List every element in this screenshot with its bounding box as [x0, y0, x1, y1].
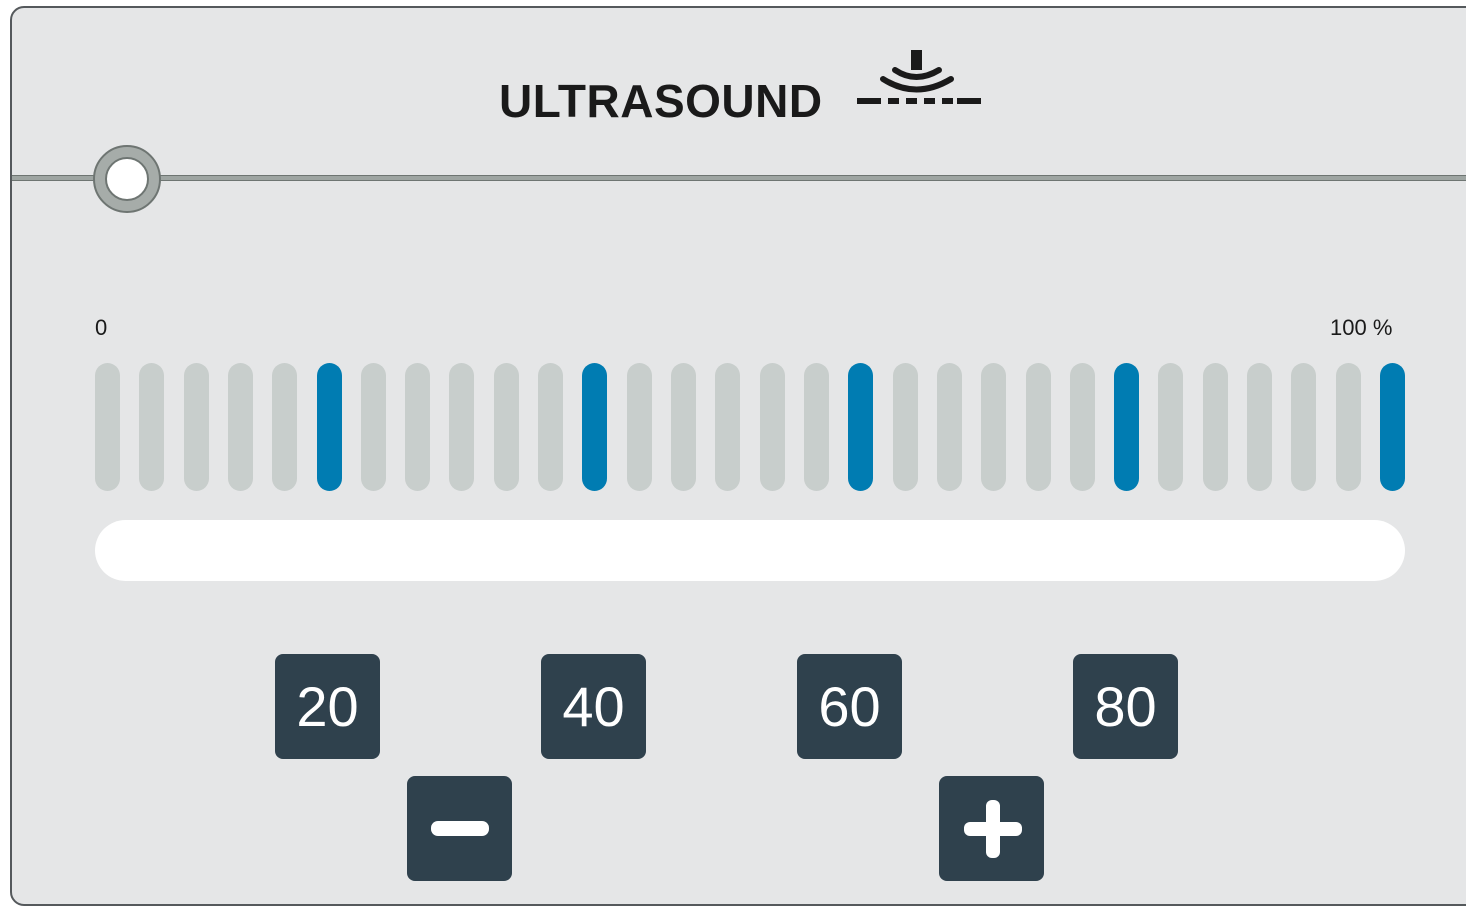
level-tick — [1291, 363, 1316, 491]
level-tick — [1203, 363, 1228, 491]
level-tick — [1247, 363, 1272, 491]
level-tick — [981, 363, 1006, 491]
level-tick-major — [317, 363, 342, 491]
level-tick-major — [848, 363, 873, 491]
level-tick — [184, 363, 209, 491]
level-tick — [405, 363, 430, 491]
decrease-button[interactable] — [407, 776, 512, 881]
level-tick — [1158, 363, 1183, 491]
level-tick — [1336, 363, 1361, 491]
panel-header: ULTRASOUND — [0, 50, 1466, 132]
level-progress-track — [95, 520, 1405, 581]
level-tick — [1026, 363, 1051, 491]
level-tick — [272, 363, 297, 491]
level-tick — [139, 363, 164, 491]
level-tick — [228, 363, 253, 491]
ultrasound-transducer-icon — [857, 50, 981, 104]
level-tick — [494, 363, 519, 491]
level-tick-major — [1380, 363, 1405, 491]
level-tick — [627, 363, 652, 491]
minus-icon — [431, 821, 489, 836]
level-tick-major — [582, 363, 607, 491]
level-scale — [0, 363, 1466, 493]
level-tick — [671, 363, 696, 491]
level-tick — [937, 363, 962, 491]
status-indicator-light — [105, 157, 149, 201]
level-tick — [760, 363, 785, 491]
header-divider — [12, 175, 1466, 181]
level-tick — [538, 363, 563, 491]
scale-max-label: 100 % — [1330, 315, 1393, 340]
preset-button-40[interactable]: 40 — [541, 654, 646, 759]
level-tick — [449, 363, 474, 491]
preset-button-20[interactable]: 20 — [275, 654, 380, 759]
level-tick — [95, 363, 120, 491]
preset-button-60[interactable]: 60 — [797, 654, 902, 759]
level-tick — [893, 363, 918, 491]
status-indicator-knob — [93, 145, 161, 213]
level-tick — [715, 363, 740, 491]
increase-button[interactable] — [939, 776, 1044, 881]
level-tick-major — [1114, 363, 1139, 491]
panel-title: ULTRASOUND — [499, 75, 823, 127]
level-tick — [1070, 363, 1095, 491]
scale-min-label: 0 — [95, 315, 108, 340]
level-tick — [804, 363, 829, 491]
level-tick — [361, 363, 386, 491]
preset-button-80[interactable]: 80 — [1073, 654, 1178, 759]
